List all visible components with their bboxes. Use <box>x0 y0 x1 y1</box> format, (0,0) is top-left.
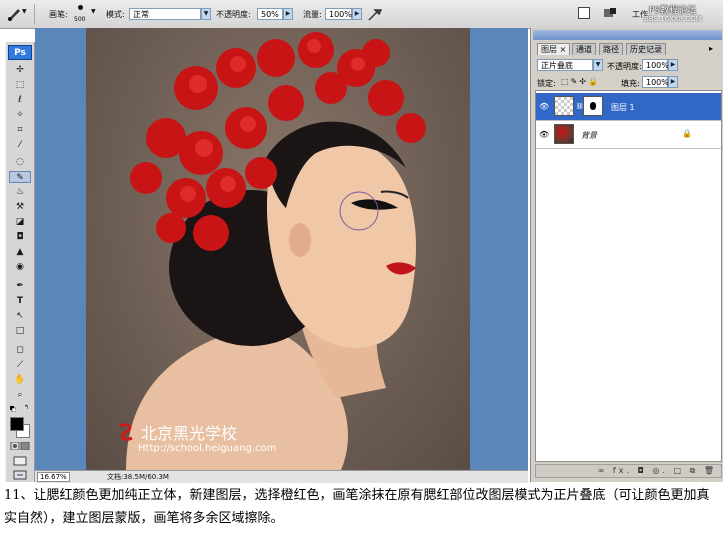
foreground-color-swatch[interactable] <box>10 417 24 431</box>
school-logo-icon <box>116 422 136 442</box>
layer-name[interactable]: 图层 1 <box>611 102 635 113</box>
history-brush-tool-icon[interactable]: ⚒ <box>9 201 31 213</box>
pen-tool-icon[interactable]: ✒ <box>9 280 31 292</box>
school-name: 北京黑光学校 <box>141 424 238 443</box>
healing-brush-tool-icon[interactable]: ◌ <box>9 156 31 168</box>
lock-transparency-icon[interactable]: ⬚ <box>561 77 571 86</box>
status-bar: 16.67% 文档:38.5M/60.3M <box>35 470 528 483</box>
portrait-illustration <box>126 32 426 470</box>
zoom-tool-icon[interactable]: ⌕ <box>9 389 31 401</box>
tutorial-caption: 11、让腮红颜色更加纯正立体，新建图层，选择橙红色，画笔涂抹在原有腮红部位改图层… <box>4 488 710 526</box>
layer-thumbnail <box>554 124 574 144</box>
tool-preset-arrow-icon[interactable]: ▼ <box>22 8 27 15</box>
tab-layers[interactable]: 图层 × <box>537 43 571 55</box>
lock-label: 锁定: <box>537 79 556 88</box>
layer-mask-thumbnail[interactable] <box>583 96 603 116</box>
flow-input[interactable]: 100% <box>325 8 352 20</box>
notes-tool-icon[interactable]: ◻ <box>9 344 31 356</box>
options-bar: ▼ 画笔: 500 ▼ 模式: 正常 ▼ 不透明度: 50% ▶ 流量: 100… <box>0 0 723 29</box>
brushes-palette-icon[interactable] <box>578 7 590 19</box>
path-selection-tool-icon[interactable]: ↖ <box>9 310 31 322</box>
panel-title-bar[interactable] <box>533 30 722 40</box>
dodge-tool-icon[interactable]: ◉ <box>9 261 31 273</box>
clone-stamp-tool-icon[interactable]: ♨ <box>9 186 31 198</box>
blend-mode-dropdown-icon[interactable]: ▼ <box>593 59 603 71</box>
brush-picker-arrow-icon[interactable]: ▼ <box>91 8 96 15</box>
magic-wand-tool-icon[interactable]: ✧ <box>9 109 31 121</box>
lock-position-icon[interactable]: ✢ <box>579 77 588 86</box>
eyedropper-tool-icon[interactable]: ⟋ <box>9 359 31 371</box>
layer-opacity-slider-icon[interactable]: ▶ <box>668 59 678 71</box>
visibility-eye-icon[interactable]: 👁 <box>539 102 549 112</box>
type-tool-icon[interactable]: T <box>9 295 31 307</box>
tab-layers-label: 图层 <box>541 45 557 54</box>
layers-panel-footer[interactable]: ∞ fx. ◘ ◎. □ ⧉ 🗑 <box>535 464 722 478</box>
brush-picker[interactable]: 500 <box>74 3 88 25</box>
lasso-tool-icon[interactable]: ℓ <box>9 94 31 106</box>
opacity-label: 不透明度: <box>216 10 251 19</box>
swap-colors-icon[interactable]: ↰ <box>24 404 29 411</box>
mode-dropdown-icon[interactable]: ▼ <box>201 8 211 20</box>
airbrush-icon[interactable] <box>367 6 383 22</box>
zoom-level-field[interactable]: 16.67% <box>37 472 70 482</box>
document-size: 文档:38.5M/60.3M <box>107 473 169 481</box>
jump-to-imageready-icon[interactable] <box>13 470 27 480</box>
layers-panel: 图层 × 通道 路径 历史记录 ▸ 正片叠底 ▼ 不透明度: 100% ▶ 锁定… <box>530 28 723 482</box>
quick-mask-icon[interactable] <box>10 441 30 451</box>
toolbox: Ps ✢ ⬚ ℓ ✧ ⌗ ⁄ ◌ ✎ ♨ ⚒ ◪ ◘ ▲ ◉ ✒ T ↖ □ ◻… <box>5 42 35 482</box>
layer-row[interactable]: 👁 ⛓ 图层 1 <box>536 93 721 121</box>
opacity-slider-icon[interactable]: ▶ <box>283 8 293 20</box>
school-url: Http://school.heiguang.com <box>138 443 277 454</box>
fill-label: 填充: <box>621 79 640 88</box>
brush-tool-icon[interactable]: ✎ <box>9 171 31 183</box>
portrait-photo[interactable]: 北京黑光学校 Http://school.heiguang.com <box>86 28 470 470</box>
lock-all-icon[interactable]: 🔒 <box>588 77 600 86</box>
blend-mode-select[interactable]: 正片叠底 <box>537 59 593 71</box>
panel-menu-icon[interactable]: ▸ <box>709 44 713 53</box>
lock-icons[interactable]: ⬚✎✢🔒 <box>561 77 600 86</box>
flow-slider-icon[interactable]: ▶ <box>352 8 362 20</box>
photoshop-logo[interactable]: Ps <box>8 45 32 60</box>
fill-slider-icon[interactable]: ▶ <box>668 76 678 88</box>
tool-preset-palette-icon[interactable] <box>603 7 617 19</box>
default-colors-icon[interactable] <box>10 405 17 413</box>
visibility-eye-icon[interactable]: 👁 <box>539 130 549 140</box>
brush-label: 画笔: <box>49 10 68 19</box>
layer-opacity-input[interactable]: 100% <box>642 59 669 71</box>
lock-pixels-icon[interactable]: ✎ <box>571 77 580 86</box>
gradient-tool-icon[interactable]: ◘ <box>9 231 31 243</box>
screen-mode-icon[interactable] <box>13 456 27 466</box>
shape-tool-icon[interactable]: □ <box>9 325 31 337</box>
separator <box>34 4 35 24</box>
tab-history[interactable]: 历史记录 <box>626 43 666 55</box>
brush-tip-icon <box>78 5 83 10</box>
hand-tool-icon[interactable]: ✋ <box>9 374 31 386</box>
crop-tool-icon[interactable]: ⌗ <box>9 124 31 136</box>
layer-lock-icon: 🔒 <box>682 129 692 138</box>
marquee-tool-icon[interactable]: ⬚ <box>9 79 31 91</box>
move-tool-icon[interactable]: ✢ <box>9 64 31 76</box>
document-canvas[interactable]: 北京黑光学校 Http://school.heiguang.com <box>35 28 528 470</box>
layer-opacity-label: 不透明度: <box>607 62 642 71</box>
layer-row[interactable]: 👁 背景 🔒 <box>536 121 721 149</box>
flow-label: 流量: <box>303 10 322 19</box>
slice-tool-icon[interactable]: ⁄ <box>9 139 31 151</box>
tab-channels[interactable]: 通道 <box>572 43 596 55</box>
eraser-tool-icon[interactable]: ◪ <box>9 216 31 228</box>
fill-input[interactable]: 100% <box>642 76 669 88</box>
layer-thumbnail <box>554 96 574 116</box>
opacity-input[interactable]: 50% <box>257 8 283 20</box>
brush-tool-preset-icon[interactable] <box>6 6 22 22</box>
brush-size: 500 <box>74 16 86 23</box>
blur-tool-icon[interactable]: ▲ <box>9 246 31 258</box>
mode-select[interactable]: 正常 <box>129 8 201 20</box>
mode-label: 模式: <box>106 10 125 19</box>
tab-paths[interactable]: 路径 <box>599 43 623 55</box>
layers-list: 👁 ⛓ 图层 1 👁 背景 🔒 <box>535 90 722 462</box>
layer-name[interactable]: 背景 <box>581 130 597 141</box>
watermark-url: BBS.16XX8.COM <box>644 15 702 23</box>
